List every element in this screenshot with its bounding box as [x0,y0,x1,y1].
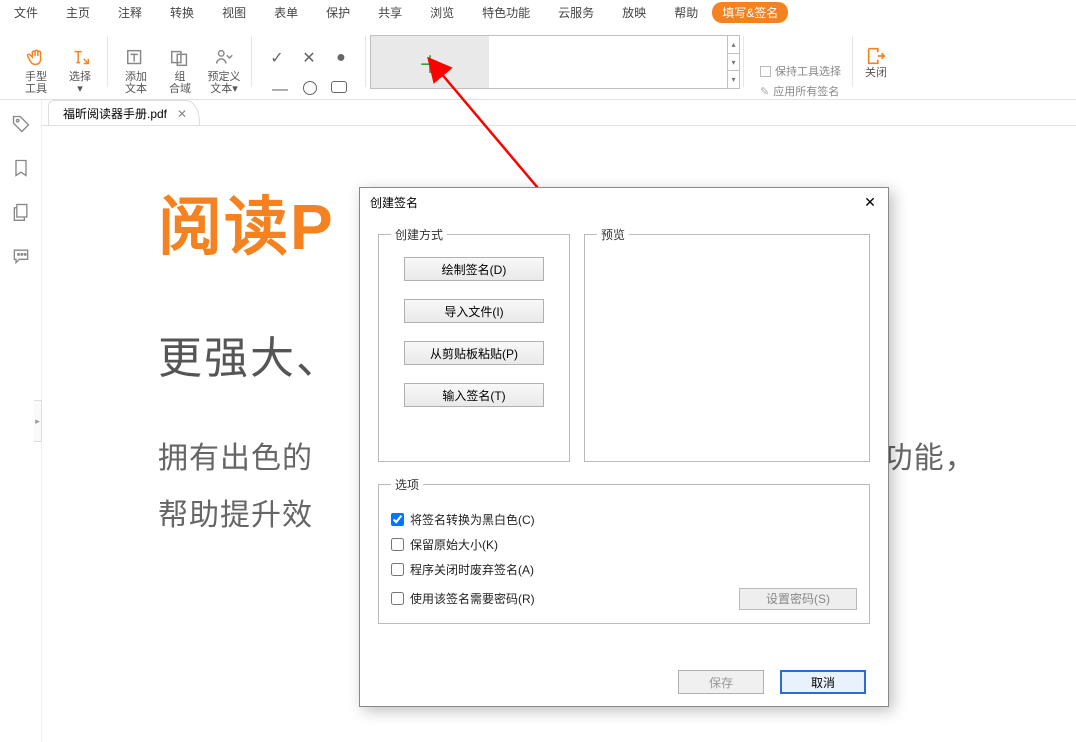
select-button[interactable]: 选择▾ [58,47,102,99]
preview-group: 预览 [584,226,870,462]
preview-legend: 预览 [597,226,629,243]
option-discard-label: 程序关闭时废弃签名(A) [410,561,534,578]
gallery-scroll: ▴ ▾ ▾ [727,36,739,88]
menu-convert[interactable]: 转换 [156,1,208,24]
menu-protect[interactable]: 保护 [312,1,364,24]
create-method-group: 创建方式 绘制签名(D) 导入文件(I) 从剪贴板粘贴(P) 输入签名(T) [378,226,570,462]
combine-label: 组 合域 [169,71,191,99]
combine-button[interactable]: 组 合域 [158,47,202,99]
apply-all-button[interactable]: ✎ 应用所有签名 [760,83,841,99]
tag-icon[interactable] [11,114,31,134]
menu-share[interactable]: 共享 [364,1,416,24]
menu-view[interactable]: 视图 [208,1,260,24]
gallery-up[interactable]: ▴ [728,36,739,53]
option-bw-checkbox[interactable] [391,513,404,526]
ribbon: 手型 工具 选择▾ 添加 文本 组 合域 [0,24,1076,100]
cancel-button[interactable]: 取消 [780,670,866,694]
signature-gallery: ＋ ▴ ▾ ▾ [370,35,740,89]
line-mark-tool[interactable]: — [271,81,289,99]
close-tab-button[interactable]: ✕ [177,107,187,121]
menu-comment[interactable]: 注释 [104,1,156,24]
type-signature-button[interactable]: 输入签名(T) [404,383,544,407]
apply-all-label: 应用所有签名 [773,83,839,99]
menu-fill-sign[interactable]: 填写&签名 [712,2,788,23]
option-password-label: 使用该签名需要密码(R) [410,590,535,607]
predefined-label: 预定义 文本▾ [208,71,241,99]
dot-mark-tool[interactable]: ● [332,49,350,67]
left-sidebar: ▸ [0,100,42,742]
keep-tool-checkbox[interactable]: 保持工具选择 [760,63,841,79]
menu-browse[interactable]: 浏览 [416,1,468,24]
option-discard[interactable]: 程序关闭时废弃签名(A) [391,561,857,578]
x-mark-tool[interactable]: ✕ [300,49,318,67]
menu-home[interactable]: 主页 [52,1,104,24]
check-mark-tool[interactable]: ✓ [268,49,286,67]
create-method-legend: 创建方式 [391,226,447,243]
preview-canvas [597,255,857,451]
rect-mark-tool[interactable] [331,81,347,93]
menu-bar: 文件 主页 注释 转换 视图 表单 保护 共享 浏览 特色功能 云服务 放映 帮… [0,0,1076,24]
save-button[interactable]: 保存 [678,670,764,694]
comment-icon[interactable] [11,246,31,266]
circle-mark-tool[interactable] [303,81,317,95]
pen-icon: ✎ [760,85,769,98]
menu-file[interactable]: 文件 [0,1,52,24]
option-bw-label: 将签名转换为黑白色(C) [410,511,535,528]
draw-signature-button[interactable]: 绘制签名(D) [404,257,544,281]
option-password-checkbox[interactable] [391,592,404,605]
options-legend: 选项 [391,476,423,493]
hand-tool-button[interactable]: 手型 工具 [14,47,58,99]
set-password-button: 设置密码(S) [739,588,857,610]
bookmark-icon[interactable] [11,158,31,178]
option-keep-size[interactable]: 保留原始大小(K) [391,536,857,553]
close-label: 关闭 [865,67,887,83]
options-group: 选项 将签名转换为黑白色(C) 保留原始大小(K) 程序关闭时废弃签名(A) 使… [378,476,870,624]
predefined-button[interactable]: 预定义 文本▾ [202,47,246,99]
option-bw[interactable]: 将签名转换为黑白色(C) [391,511,857,528]
sidebar-expand-handle[interactable]: ▸ [34,400,42,442]
text-select-icon [69,47,91,69]
add-signature-button[interactable]: ＋ [371,36,489,88]
dialog-footer: 保存 取消 [378,660,870,694]
combine-icon [169,47,191,69]
dialog-title-text: 创建签名 [370,194,418,211]
keep-tool-label: 保持工具选择 [775,63,841,79]
option-keep-size-label: 保留原始大小(K) [410,536,498,553]
hand-icon [25,47,47,69]
predefined-icon [213,47,235,69]
gallery-more[interactable]: ▾ [728,70,739,88]
gallery-down[interactable]: ▾ [728,53,739,71]
menu-form[interactable]: 表单 [260,1,312,24]
plus-icon: ＋ [418,45,442,80]
hand-tool-label: 手型 工具 [25,71,47,99]
close-fill-sign-button[interactable]: 关闭 [853,28,899,99]
option-password[interactable]: 使用该签名需要密码(R) [391,590,535,607]
menu-slide[interactable]: 放映 [608,1,660,24]
menu-feature[interactable]: 特色功能 [468,1,544,24]
document-tab-title: 福昕阅读器手册.pdf [63,105,167,122]
dialog-close-button[interactable]: ✕ [860,192,880,212]
option-keep-size-checkbox[interactable] [391,538,404,551]
mark-tools: ✓ ✕ ● [258,41,360,67]
paste-clipboard-button[interactable]: 从剪贴板粘贴(P) [404,341,544,365]
checkbox-icon [760,66,771,77]
menu-help[interactable]: 帮助 [660,1,712,24]
dialog-titlebar[interactable]: 创建签名 ✕ [360,188,888,216]
import-file-button[interactable]: 导入文件(I) [404,299,544,323]
menu-cloud[interactable]: 云服务 [544,1,608,24]
add-text-label: 添加 文本 [125,71,147,99]
document-tabstrip: 福昕阅读器手册.pdf ✕ [0,100,1076,126]
signature-gallery-empty[interactable] [489,36,727,88]
add-text-icon [125,47,147,69]
add-text-button[interactable]: 添加 文本 [114,47,158,99]
exit-icon [865,45,887,67]
select-label: 选择▾ [69,71,91,99]
create-signature-dialog: 创建签名 ✕ 创建方式 绘制签名(D) 导入文件(I) 从剪贴板粘贴(P) 输入… [359,187,889,707]
document-tab[interactable]: 福昕阅读器手册.pdf ✕ [48,100,200,125]
option-discard-checkbox[interactable] [391,563,404,576]
pages-icon[interactable] [11,202,31,222]
